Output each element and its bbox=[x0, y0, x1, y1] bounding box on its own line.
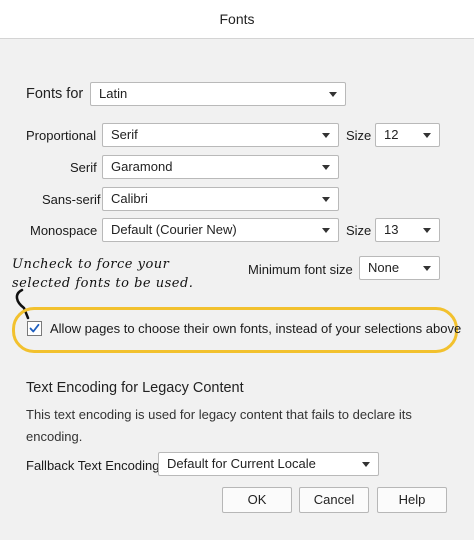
annotation-line-1: Uncheck to force your bbox=[12, 257, 170, 272]
proportional-dropdown[interactable]: Serif bbox=[102, 123, 339, 147]
monospace-label: Monospace bbox=[30, 223, 98, 238]
fallback-encoding-label: Fallback Text Encoding bbox=[26, 458, 160, 473]
proportional-size-value: 12 bbox=[384, 127, 399, 142]
monospace-size-label: Size bbox=[346, 223, 372, 238]
chevron-down-icon bbox=[322, 165, 330, 170]
minimum-font-size-label: Minimum font size bbox=[248, 262, 353, 277]
chevron-down-icon bbox=[329, 92, 337, 97]
chevron-down-icon bbox=[322, 133, 330, 138]
monospace-value: Default (Courier New) bbox=[111, 222, 237, 237]
chevron-down-icon bbox=[322, 197, 330, 202]
minimum-font-size-dropdown[interactable]: None bbox=[359, 256, 440, 280]
window-title: Fonts bbox=[219, 11, 255, 27]
fallback-encoding-dropdown[interactable]: Default for Current Locale bbox=[158, 452, 379, 476]
monospace-dropdown[interactable]: Default (Courier New) bbox=[102, 218, 339, 242]
serif-dropdown[interactable]: Garamond bbox=[102, 155, 339, 179]
ok-button[interactable]: OK bbox=[222, 487, 292, 513]
fonts-for-dropdown[interactable]: Latin bbox=[90, 82, 346, 106]
fallback-encoding-value: Default for Current Locale bbox=[167, 456, 316, 471]
serif-label: Serif bbox=[70, 160, 97, 175]
annotation-line-2: selected fonts to be used. bbox=[12, 276, 194, 291]
allow-pages-checkbox[interactable] bbox=[27, 321, 42, 336]
proportional-size-dropdown[interactable]: 12 bbox=[375, 123, 440, 147]
chevron-down-icon bbox=[322, 228, 330, 233]
proportional-size-label: Size bbox=[346, 128, 372, 143]
proportional-label: Proportional bbox=[26, 128, 97, 143]
proportional-value: Serif bbox=[111, 127, 138, 142]
chevron-down-icon bbox=[423, 266, 431, 271]
sans-serif-label: Sans-serif bbox=[42, 192, 101, 207]
monospace-size-value: 13 bbox=[384, 222, 399, 237]
chevron-down-icon bbox=[423, 228, 431, 233]
fonts-for-value: Latin bbox=[99, 86, 128, 101]
allow-pages-label[interactable]: Allow pages to choose their own fonts, i… bbox=[50, 321, 461, 336]
sans-serif-dropdown[interactable]: Calibri bbox=[102, 187, 339, 211]
chevron-down-icon bbox=[362, 462, 370, 467]
encoding-heading: Text Encoding for Legacy Content bbox=[26, 380, 244, 396]
fonts-for-label: Fonts for bbox=[26, 86, 84, 102]
serif-value: Garamond bbox=[111, 159, 173, 174]
checkmark-icon bbox=[29, 323, 40, 333]
sans-serif-value: Calibri bbox=[111, 191, 148, 206]
minimum-font-size-value: None bbox=[368, 260, 400, 275]
monospace-size-dropdown[interactable]: 13 bbox=[375, 218, 440, 242]
encoding-description: This text encoding is used for legacy co… bbox=[26, 407, 412, 444]
cancel-button[interactable]: Cancel bbox=[299, 487, 369, 513]
chevron-down-icon bbox=[423, 133, 431, 138]
help-button[interactable]: Help bbox=[377, 487, 447, 513]
window-titlebar: Fonts bbox=[0, 0, 474, 39]
